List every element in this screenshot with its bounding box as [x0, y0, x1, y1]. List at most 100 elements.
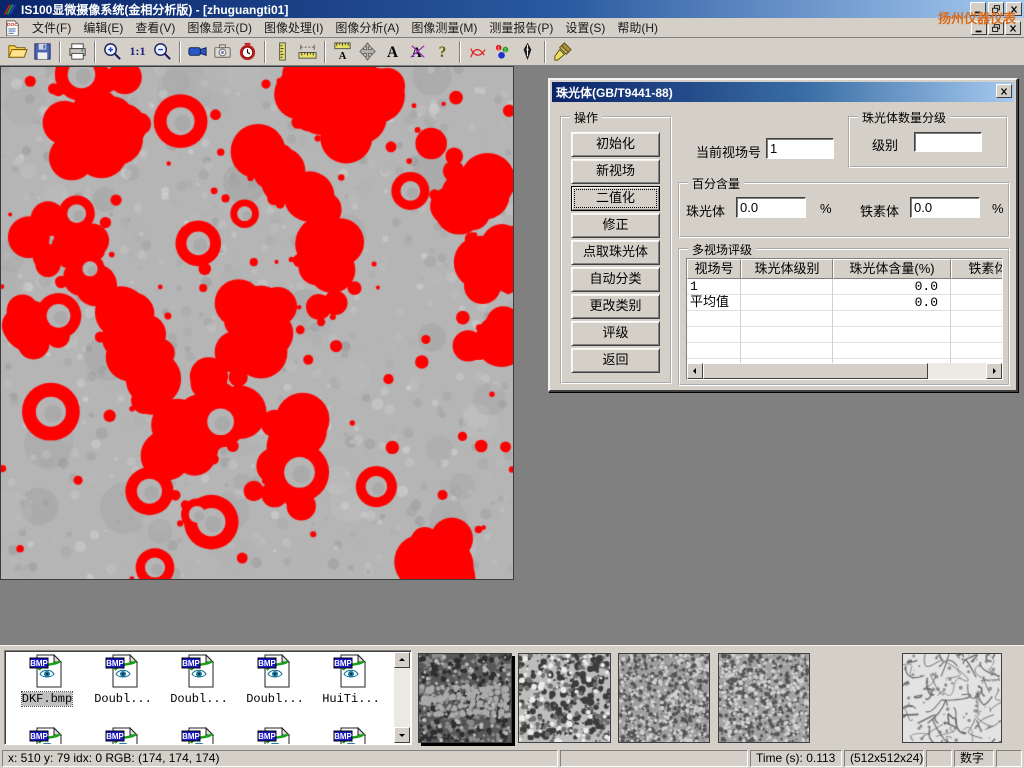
- curve-icon[interactable]: [465, 40, 490, 64]
- column-header-4[interactable]: 铁素体含量(%): [951, 259, 1003, 279]
- zoom-in-icon[interactable]: [100, 40, 125, 64]
- menu-item-1[interactable]: 文件(F): [26, 17, 77, 38]
- menu-bar: DOC 文件(F)编辑(E)查看(V)图像显示(D)图像处理(I)图像分析(A)…: [0, 18, 1024, 38]
- menu-item-6[interactable]: 图像分析(A): [329, 17, 405, 38]
- thumbnail-4[interactable]: [718, 653, 810, 743]
- actual-size-icon[interactable]: 1:1: [125, 40, 150, 64]
- svg-text:BMP: BMP: [30, 659, 48, 668]
- menu-item-10[interactable]: 帮助(H): [611, 17, 664, 38]
- table-row[interactable]: [687, 343, 1002, 359]
- menu-item-7[interactable]: 图像测量(M): [405, 17, 483, 38]
- caliper-icon[interactable]: [270, 40, 295, 64]
- window-controls: [970, 2, 1022, 16]
- svg-text:A: A: [387, 44, 398, 61]
- file-item-row2[interactable]: BMP: [239, 727, 311, 745]
- file-label: DKF.bmp: [22, 692, 72, 706]
- timer-icon[interactable]: [235, 40, 260, 64]
- mdi-close-icon[interactable]: [1005, 21, 1021, 35]
- count-points-icon[interactable]: 12: [490, 40, 515, 64]
- open-folder-icon[interactable]: [5, 40, 30, 64]
- op-button-7[interactable]: 更改类别: [571, 294, 660, 319]
- file-item-row2[interactable]: BMP: [315, 727, 387, 745]
- scroll-left-icon[interactable]: [687, 363, 703, 379]
- toolbar-group-8: [550, 40, 575, 64]
- op-button-8[interactable]: 评级: [571, 321, 660, 346]
- mdi-minimize-icon[interactable]: [971, 21, 987, 35]
- file-item-4[interactable]: BMPDoubl...: [239, 654, 311, 706]
- text-strike-icon[interactable]: A: [405, 40, 430, 64]
- table-row[interactable]: [687, 327, 1002, 343]
- hscroll-thumb[interactable]: [703, 363, 928, 379]
- op-button-5[interactable]: 点取珠光体: [571, 240, 660, 265]
- zoom-out-icon[interactable]: [150, 40, 175, 64]
- file-item-row2[interactable]: BMP: [11, 727, 83, 745]
- op-button-1[interactable]: 初始化: [571, 132, 660, 157]
- scroll-down-icon[interactable]: [394, 727, 410, 743]
- ruler-icon[interactable]: [295, 40, 320, 64]
- move-icon[interactable]: [355, 40, 380, 64]
- save-icon[interactable]: [30, 40, 55, 64]
- column-header-2[interactable]: 珠光体级别: [741, 259, 833, 279]
- pen-icon[interactable]: [515, 40, 540, 64]
- op-button-4[interactable]: 修正: [571, 213, 660, 238]
- table-hscrollbar[interactable]: [687, 363, 1002, 379]
- file-item-row2[interactable]: BMP: [87, 727, 159, 745]
- file-browser-vscrollbar[interactable]: [394, 652, 410, 743]
- thumbnail-5[interactable]: [902, 653, 1002, 743]
- op-button-2[interactable]: 新视场: [571, 159, 660, 184]
- op-button-3[interactable]: 二值化: [571, 186, 660, 211]
- rating-table: 视场号珠光体级别珠光体含量(%)铁素体含量(%) 10.0平均值0.0: [686, 258, 1003, 380]
- ferrite-percent-input[interactable]: [910, 197, 980, 218]
- status-empty-3: [996, 750, 1022, 767]
- menu-item-5[interactable]: 图像处理(I): [258, 17, 329, 38]
- file-item-row2[interactable]: BMP: [163, 727, 235, 745]
- mdi-restore-icon[interactable]: [988, 21, 1004, 35]
- table-row[interactable]: 平均值0.0: [687, 295, 1002, 311]
- table-cell: [951, 295, 1003, 311]
- dialog-close-icon[interactable]: [996, 84, 1012, 98]
- menu-item-2[interactable]: 编辑(E): [77, 17, 129, 38]
- pearlite-unit: %: [820, 201, 832, 216]
- table-cell: [687, 311, 741, 327]
- video-camera-icon[interactable]: [185, 40, 210, 64]
- brush-icon[interactable]: [550, 40, 575, 64]
- op-button-6[interactable]: 自动分类: [571, 267, 660, 292]
- menu-item-4[interactable]: 图像显示(D): [181, 17, 258, 38]
- scroll-right-icon[interactable]: [986, 363, 1002, 379]
- measure-text-icon[interactable]: A: [330, 40, 355, 64]
- restore-icon[interactable]: [988, 2, 1004, 16]
- op-button-9[interactable]: 返回: [571, 348, 660, 373]
- camera-icon[interactable]: [210, 40, 235, 64]
- help-icon[interactable]: ?: [430, 40, 455, 64]
- window-title: IS100显微摄像系统(金相分析版) - [zhuguangti01]: [21, 1, 288, 18]
- table-row[interactable]: 10.0: [687, 279, 1002, 295]
- menu-item-8[interactable]: 测量报告(P): [483, 17, 559, 38]
- file-item-5[interactable]: BMPHuiTi...: [315, 654, 387, 706]
- text-icon[interactable]: A: [380, 40, 405, 64]
- metallographic-image[interactable]: [0, 66, 514, 580]
- file-item-1[interactable]: BMP DKF.bmp: [11, 654, 83, 706]
- level-input[interactable]: [914, 132, 982, 152]
- svg-text:BMP: BMP: [30, 732, 48, 741]
- title-bar: IS100显微摄像系统(金相分析版) - [zhuguangti01]: [0, 0, 1024, 18]
- file-item-3[interactable]: BMPDoubl...: [163, 654, 235, 706]
- file-label: Doubl...: [246, 692, 304, 706]
- menu-item-3[interactable]: 查看(V): [129, 17, 181, 38]
- print-icon[interactable]: [65, 40, 90, 64]
- toolbar-group-3: 1:1: [100, 40, 175, 64]
- column-header-3[interactable]: 珠光体含量(%): [833, 259, 951, 279]
- pearlite-percent-input[interactable]: [736, 197, 806, 218]
- file-item-2[interactable]: BMPDoubl...: [87, 654, 159, 706]
- thumbnail-1[interactable]: [418, 653, 512, 743]
- dialog-title-bar[interactable]: 珠光体(GB/T9441-88): [552, 82, 1014, 102]
- menu-item-9[interactable]: 设置(S): [559, 17, 611, 38]
- toolbar-separator: [59, 41, 61, 63]
- thumbnail-2[interactable]: [518, 653, 611, 743]
- scroll-up-icon[interactable]: [394, 652, 410, 668]
- current-field-input[interactable]: [766, 138, 834, 159]
- column-header-1[interactable]: 视场号: [687, 259, 741, 279]
- minimize-icon[interactable]: [970, 2, 986, 16]
- close-icon[interactable]: [1006, 2, 1022, 16]
- table-row[interactable]: [687, 311, 1002, 327]
- thumbnail-3[interactable]: [618, 653, 710, 743]
